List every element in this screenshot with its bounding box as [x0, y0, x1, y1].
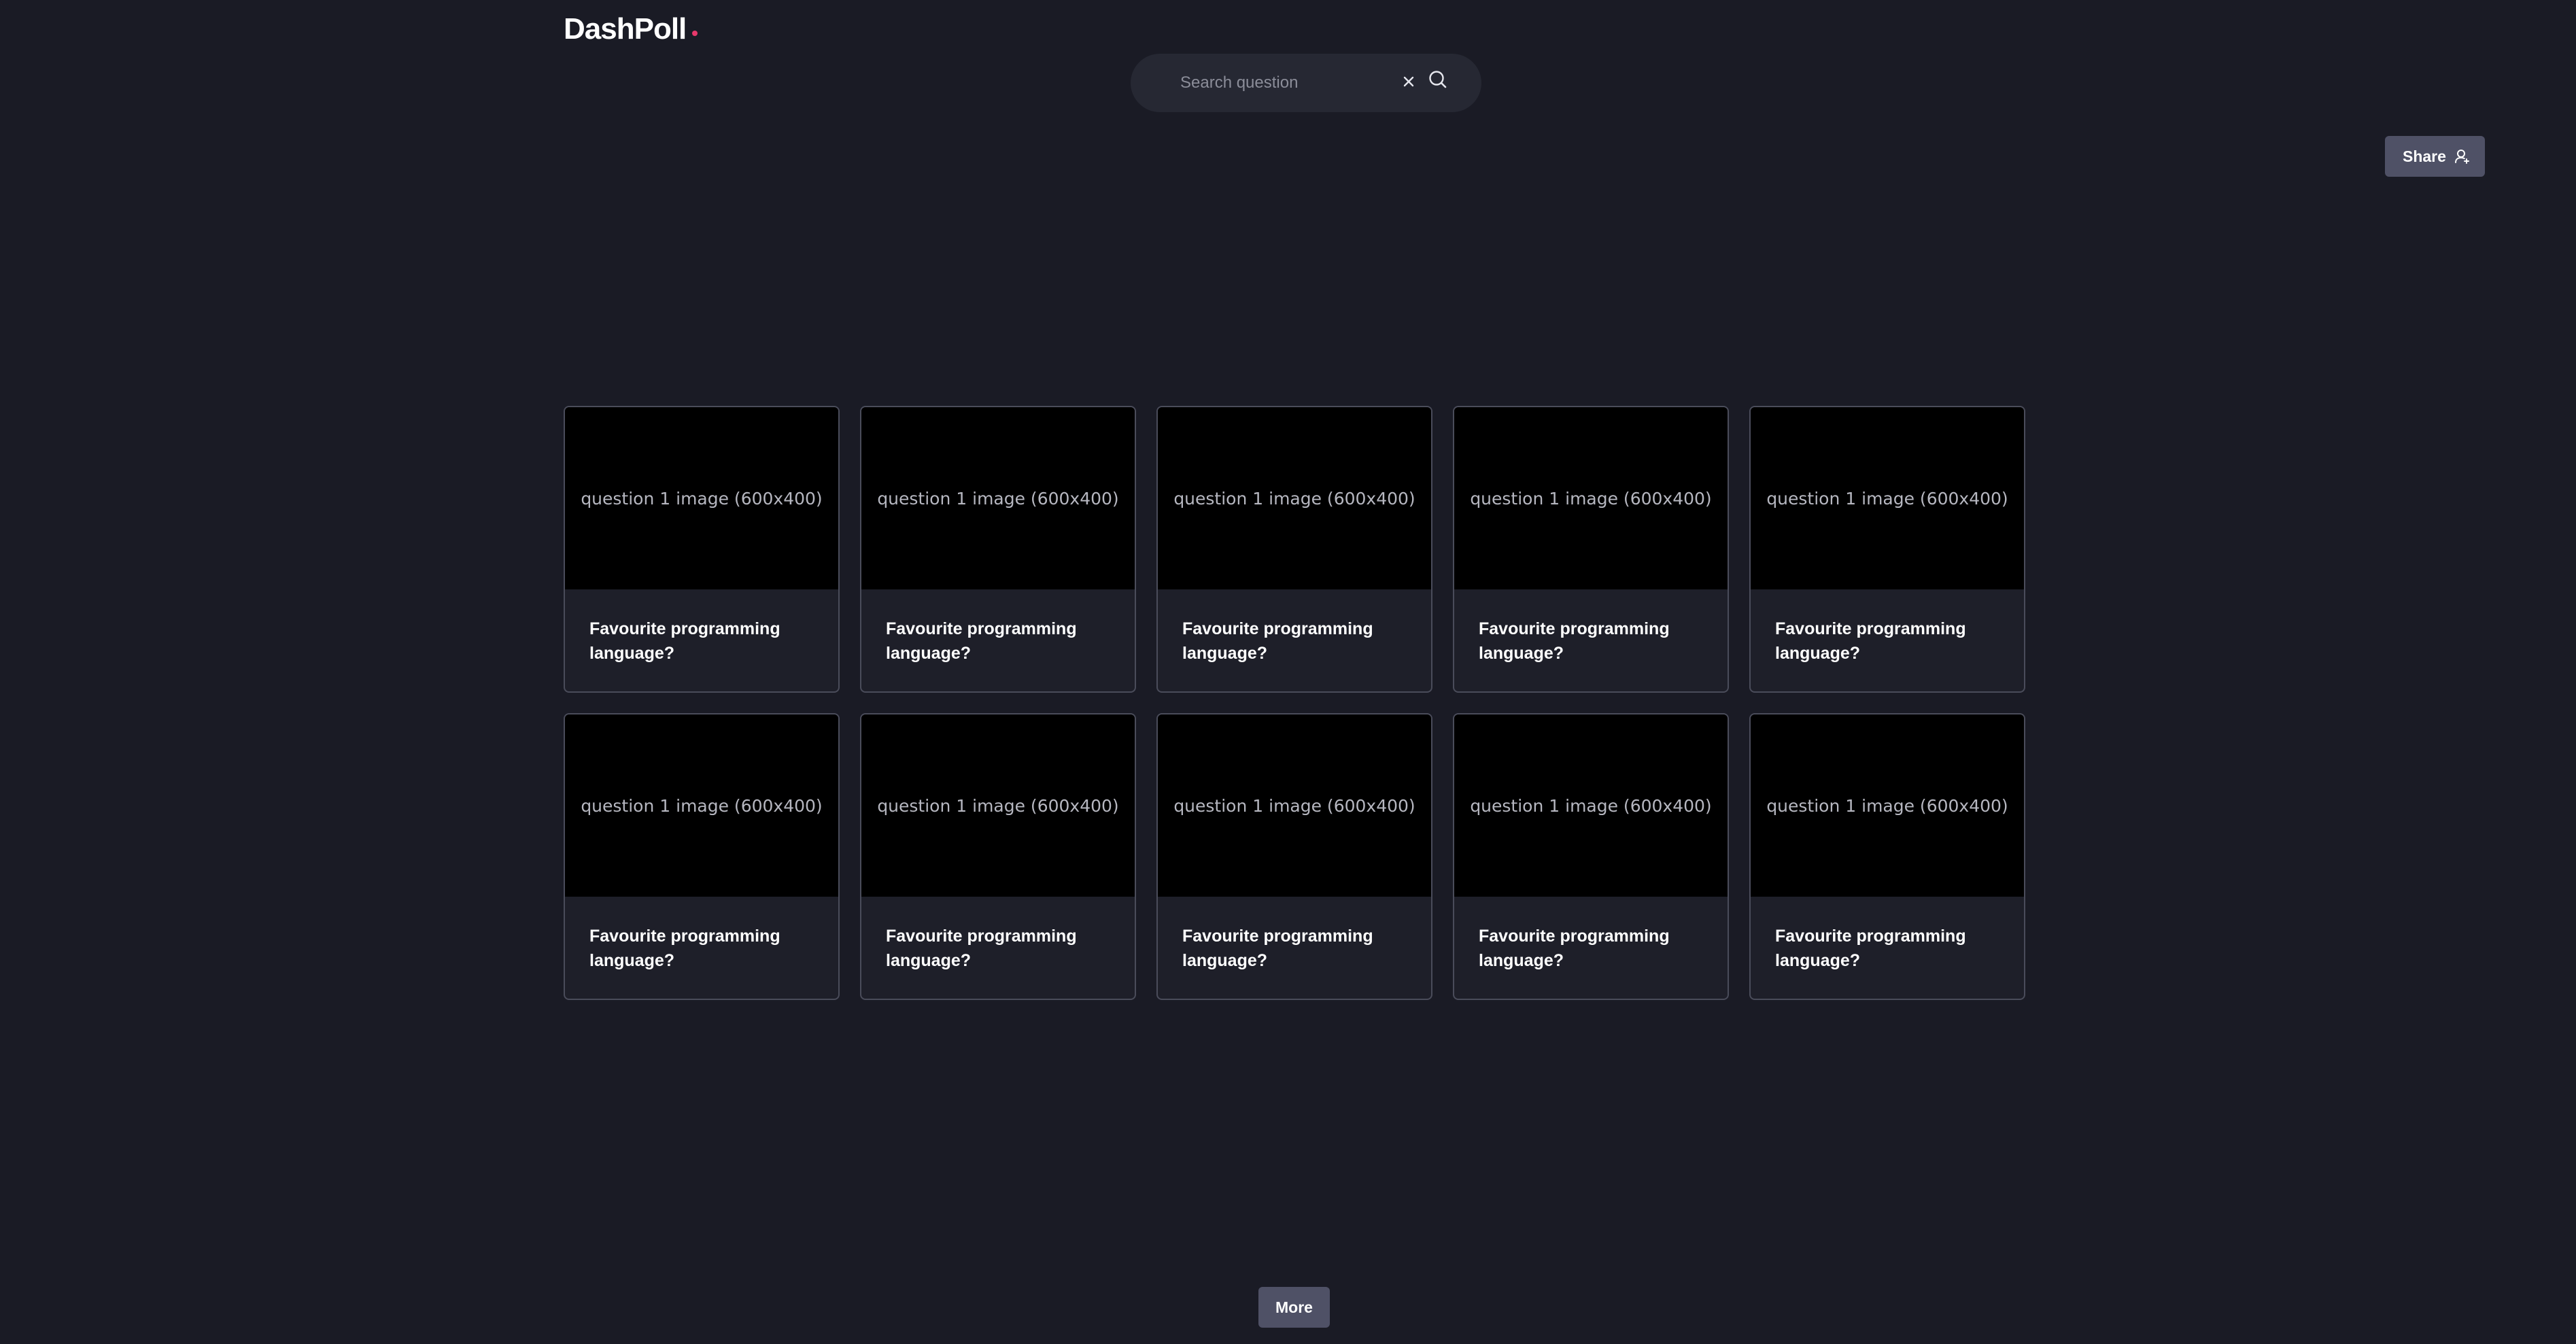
- question-card[interactable]: question 1 image (600x400) Favourite prog…: [860, 406, 1136, 693]
- question-image: question 1 image (600x400): [1454, 407, 1728, 589]
- question-title: Favourite programming language?: [1775, 619, 1966, 663]
- question-image: question 1 image (600x400): [1158, 407, 1431, 589]
- question-title: Favourite programming language?: [1182, 927, 1373, 970]
- question-title: Favourite programming language?: [886, 619, 1077, 663]
- question-title: Favourite programming language?: [886, 927, 1077, 970]
- logo-dot: [692, 31, 698, 36]
- question-card[interactable]: question 1 image (600x400) Favourite prog…: [1453, 713, 1729, 1000]
- share-label: Share: [2403, 147, 2446, 165]
- question-card[interactable]: question 1 image (600x400) Favourite prog…: [1749, 713, 2025, 1000]
- question-card[interactable]: question 1 image (600x400) Favourite prog…: [860, 713, 1136, 1000]
- question-image: question 1 image (600x400): [1751, 407, 2024, 589]
- search-icon[interactable]: [1426, 67, 1450, 92]
- question-card[interactable]: question 1 image (600x400) Favourite prog…: [1453, 406, 1729, 693]
- question-image: question 1 image (600x400): [1454, 714, 1728, 897]
- question-card[interactable]: question 1 image (600x400) Favourite prog…: [564, 406, 840, 693]
- logo[interactable]: DashPoll: [564, 12, 698, 49]
- question-title: Favourite programming language?: [1479, 619, 1670, 663]
- question-image: question 1 image (600x400): [861, 407, 1135, 589]
- question-image: question 1 image (600x400): [565, 714, 838, 897]
- more-button[interactable]: More: [1258, 1287, 1330, 1328]
- question-title: Favourite programming language?: [589, 619, 780, 663]
- user-share-icon: [2454, 148, 2471, 165]
- question-image: question 1 image (600x400): [1158, 714, 1431, 897]
- question-image: question 1 image (600x400): [1751, 714, 2024, 897]
- question-title: Favourite programming language?: [589, 927, 780, 970]
- search-input[interactable]: [1180, 54, 1398, 112]
- page: DashPoll Share question 1 image (600x400…: [0, 0, 2576, 1344]
- question-card[interactable]: question 1 image (600x400) Favourite prog…: [564, 713, 840, 1000]
- question-image: question 1 image (600x400): [861, 714, 1135, 897]
- question-title: Favourite programming language?: [1479, 927, 1670, 970]
- share-button[interactable]: Share: [2385, 136, 2485, 177]
- question-card[interactable]: question 1 image (600x400) Favourite prog…: [1156, 713, 1432, 1000]
- question-title: Favourite programming language?: [1182, 619, 1373, 663]
- logo-text: DashPoll: [564, 12, 687, 46]
- close-icon[interactable]: [1398, 71, 1420, 92]
- question-title: Favourite programming language?: [1775, 927, 1966, 970]
- question-grid: question 1 image (600x400) Favourite prog…: [564, 406, 2025, 1000]
- question-card[interactable]: question 1 image (600x400) Favourite prog…: [1749, 406, 2025, 693]
- question-image: question 1 image (600x400): [565, 407, 838, 589]
- question-card[interactable]: question 1 image (600x400) Favourite prog…: [1156, 406, 1432, 693]
